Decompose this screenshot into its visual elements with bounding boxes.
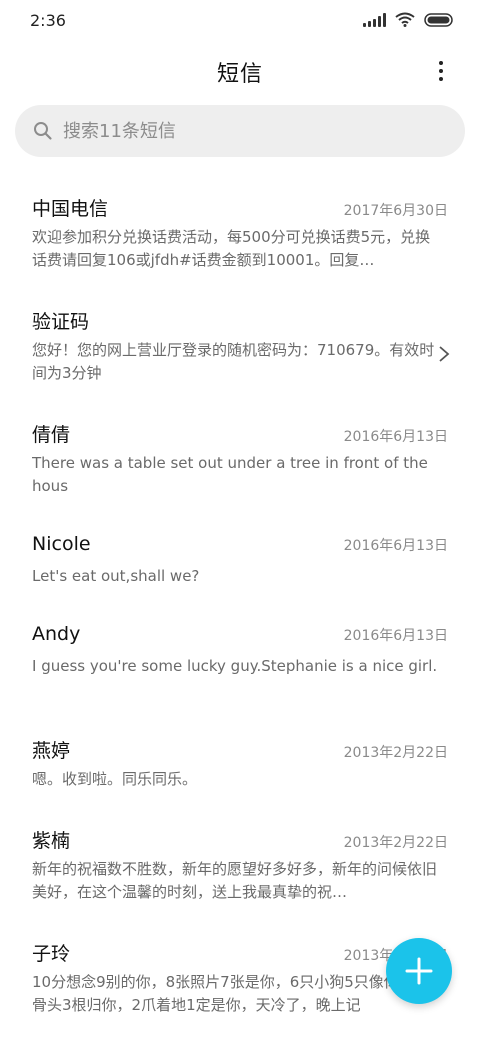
message-sender: 倩倩 (32, 424, 71, 446)
search-input[interactable] (63, 120, 423, 142)
message-preview: 您好！您的网上营业厅登录的随机密码为：710679。有效时间为3分钟 (32, 341, 435, 382)
list-item[interactable]: 倩倩 2016年6月13日 There was a table set out … (0, 402, 480, 515)
message-sender: Andy (32, 623, 81, 645)
message-date: 2016年6月13日 (343, 628, 448, 644)
message-sender: 子玲 (32, 943, 71, 965)
new-message-button[interactable] (386, 938, 452, 1004)
messages-screen: 2:36 短信 搜索11条短信 中国电信 2017年6月30日 欢迎参加积分兑换… (0, 0, 480, 1040)
search-icon (34, 122, 52, 140)
plus-icon (405, 957, 433, 985)
chevron-right-icon (439, 346, 450, 362)
battery-icon (424, 12, 454, 27)
message-preview: 欢迎参加积分兑换话费活动，每500分可兑换话费5元，兑换话费请回复106或jfd… (32, 228, 431, 269)
list-item[interactable]: Andy 2016年6月13日 I guess you're some luck… (0, 605, 480, 718)
message-preview: There was a table set out under a tree i… (32, 454, 428, 495)
page-title: 短信 (216, 62, 263, 87)
message-list: 中国电信 2017年6月30日 欢迎参加积分兑换话费活动，每500分可兑换话费5… (0, 176, 480, 1034)
list-item[interactable]: 中国电信 2017年6月30日 欢迎参加积分兑换话费活动，每500分可兑换话费5… (0, 176, 480, 289)
message-date: 2017年6月30日 (343, 203, 448, 219)
message-sender: 中国电信 (32, 198, 109, 220)
signal-icon (363, 12, 386, 27)
list-item[interactable]: 紫楠 2013年2月22日 新年的祝福数不胜数，新年的愿望好多好多，新年的问候依… (0, 808, 480, 921)
message-date: 2016年6月13日 (343, 429, 448, 445)
list-item[interactable]: 燕婷 2013年2月22日 嗯。收到啦。同乐同乐。 (0, 718, 480, 808)
header: 短信 (0, 42, 480, 98)
message-preview: 10分想念9别的你，8张照片7张是你，6只小狗5只像你，4根骨头3根归你，2爪着… (32, 973, 439, 1014)
message-sender: 验证码 (32, 311, 90, 333)
more-vertical-icon (439, 61, 443, 65)
message-date: 2016年6月13日 (343, 538, 448, 554)
message-date: 2013年2月22日 (343, 745, 448, 761)
status-bar: 2:36 (0, 0, 480, 42)
message-preview: 新年的祝福数不胜数，新年的愿望好多好多，新年的问候依旧美好，在这个温馨的时刻，送… (32, 860, 438, 901)
message-sender: Nicole (32, 533, 91, 555)
status-icons (363, 12, 454, 27)
message-preview: I guess you're some lucky guy.Stephanie … (32, 657, 438, 675)
message-sender: 燕婷 (32, 740, 71, 762)
wifi-icon (395, 12, 415, 27)
search-bar[interactable] (15, 105, 465, 157)
more-options-button[interactable] (426, 54, 456, 88)
list-item[interactable]: Nicole 2016年6月13日 Let's eat out,shall we… (0, 515, 480, 605)
message-date: 2013年2月22日 (343, 835, 448, 851)
list-item[interactable]: 验证码 您好！您的网上营业厅登录的随机密码为：710679。有效时间为3分钟 (0, 289, 480, 402)
message-preview: Let's eat out,shall we? (32, 567, 200, 585)
message-preview: 嗯。收到啦。同乐同乐。 (32, 770, 198, 788)
message-sender: 紫楠 (32, 830, 71, 852)
status-time: 2:36 (30, 11, 66, 30)
